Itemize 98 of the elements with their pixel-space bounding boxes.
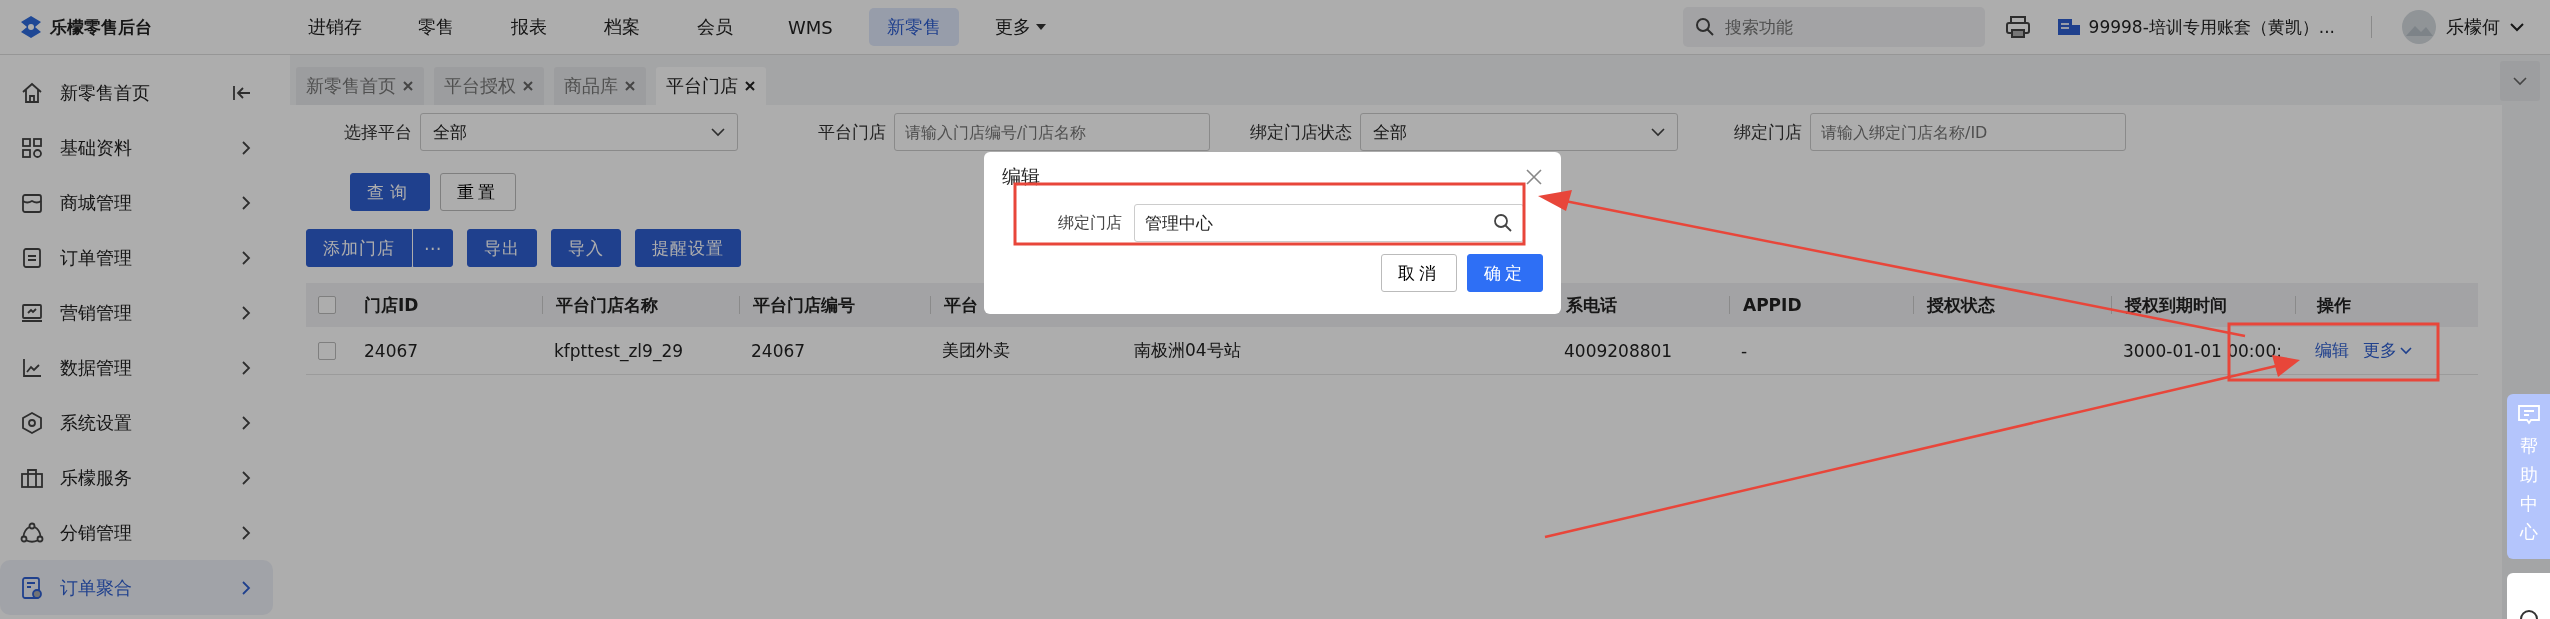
sidebar-item[interactable]: 商城管理 — [0, 175, 273, 230]
chevron-right-icon — [241, 524, 251, 541]
app-title: 乐檬零售后台 — [50, 15, 152, 39]
chevron-right-icon — [241, 469, 251, 486]
network-icon — [20, 520, 44, 545]
hexagon-icon — [20, 410, 44, 435]
chevron-down-icon — [711, 127, 725, 137]
chevron-down-icon — [2400, 346, 2412, 355]
tabs-dropdown-button[interactable] — [2500, 61, 2540, 101]
toolbar-button[interactable]: 导入 — [551, 229, 621, 267]
nav-item[interactable]: 会员 — [677, 8, 752, 46]
sidebar-item[interactable]: 营销管理 — [0, 285, 273, 340]
close-icon — [402, 80, 414, 92]
sidebar-item[interactable]: 新零售首页 — [0, 65, 273, 120]
caret-icon — [1035, 24, 1046, 30]
sidebar-item[interactable]: 乐檬服务 — [0, 450, 273, 505]
table-cell: 24067 — [751, 340, 806, 361]
nav-item[interactable]: 新零售 — [868, 8, 959, 46]
table-cell: 南极洲04号站 — [1134, 339, 1241, 362]
logo-icon — [20, 15, 42, 39]
sidebar-item[interactable]: 分销管理 — [0, 505, 273, 560]
edit-link[interactable]: 编辑 — [2315, 339, 2349, 362]
select-field[interactable]: 全部 — [1360, 113, 1678, 151]
filter-label: 绑定门店状态 — [1250, 120, 1352, 144]
search-icon — [1694, 17, 1715, 37]
column-header: 平台门店编号 — [753, 293, 855, 317]
chevron-right-icon — [241, 304, 251, 321]
confirm-button[interactable]: 确定 — [1467, 254, 1543, 292]
nav-item[interactable]: 报表 — [491, 8, 566, 46]
building-icon — [2056, 17, 2081, 37]
nav-item[interactable]: 零售 — [398, 8, 473, 46]
chevron-down-icon — [1651, 127, 1665, 137]
nav-item[interactable]: 更多 — [976, 8, 1064, 46]
tab[interactable]: 平台门店 — [656, 67, 766, 105]
checkbox[interactable] — [318, 296, 336, 314]
account-switcher[interactable]: 99998-培训专用账套（黄凯）... — [2056, 15, 2335, 39]
more-options-button[interactable]: ⋯ — [413, 229, 453, 267]
home-icon — [20, 80, 44, 105]
chevron-right-icon — [241, 249, 251, 266]
input-field[interactable]: 请输入绑定门店名称/ID — [1810, 113, 2126, 151]
side-button[interactable] — [2507, 573, 2550, 619]
avatar-icon — [2402, 10, 2436, 44]
column-header: APPID — [1743, 295, 1802, 315]
column-header: 系电话 — [1566, 293, 1617, 317]
filter-label: 选择平台 — [344, 120, 412, 144]
input-field[interactable]: 请输入门店编号/门店名称 — [894, 113, 1210, 151]
reset-button[interactable]: 重置 — [440, 173, 516, 211]
document-icon — [20, 575, 44, 600]
query-button[interactable]: 查询 — [350, 173, 430, 211]
column-header: 平台 — [944, 293, 978, 317]
toolbar-button[interactable]: 导出 — [467, 229, 537, 267]
column-header: 授权状态 — [1927, 293, 1995, 317]
checkbox[interactable] — [318, 341, 336, 360]
column-header: 门店ID — [364, 293, 419, 317]
toolbar-button[interactable]: 提醒设置 — [635, 229, 741, 267]
chevron-right-icon — [241, 139, 251, 156]
document-icon — [20, 245, 44, 270]
chevron-down-icon — [2510, 22, 2524, 32]
sidebar-item[interactable]: 数据管理 — [0, 340, 273, 395]
search-field[interactable]: 搜索功能 — [1682, 7, 1985, 47]
filter-label: 平台门店 — [818, 120, 886, 144]
nav-item[interactable]: 进销存 — [290, 8, 380, 46]
table-cell: 美团外卖 — [942, 339, 1010, 362]
filter-label: 绑定门店 — [1734, 120, 1802, 144]
table-cell: kfpttest_zl9_29 — [554, 340, 684, 361]
sidebar-item[interactable]: 系统设置 — [0, 395, 273, 450]
column-header: 操作 — [2317, 293, 2351, 317]
select-field[interactable]: 全部 — [420, 113, 738, 151]
column-header: 平台门店名称 — [556, 293, 658, 317]
chevron-right-icon — [241, 194, 251, 211]
sidebar-item[interactable]: 订单聚合 — [0, 560, 273, 615]
table-cell: - — [1741, 340, 1748, 361]
column-header: 授权到期时间 — [2125, 293, 2227, 317]
collapse-icon[interactable] — [233, 84, 251, 101]
more-link[interactable]: 更多 — [2363, 339, 2412, 362]
cancel-button[interactable]: 取消 — [1381, 254, 1457, 292]
chevron-right-icon — [241, 414, 251, 431]
close-icon — [624, 80, 636, 92]
printer-icon — [2004, 15, 2031, 39]
table-cell: 4009208801 — [1564, 340, 1673, 361]
close-icon — [522, 80, 534, 92]
chevron-right-icon — [241, 359, 251, 376]
nav-item[interactable]: WMS — [770, 8, 851, 46]
chat-icon — [2516, 404, 2541, 426]
grid-icon — [20, 135, 44, 160]
chevron-right-icon — [241, 579, 251, 596]
close-icon[interactable] — [1525, 168, 1543, 186]
sidebar-item[interactable]: 基础资料 — [0, 120, 273, 175]
store-search-field[interactable]: 管理中心 — [1134, 204, 1524, 242]
close-icon — [744, 80, 756, 92]
chevron-down-icon — [2513, 76, 2527, 86]
field-label: 绑定门店 — [1058, 212, 1122, 234]
add-store-button[interactable]: 添加门店 — [306, 229, 412, 267]
user-menu[interactable]: 乐檬何 — [2402, 10, 2524, 44]
table-cell: 24067 — [364, 340, 419, 361]
search-icon — [1493, 213, 1513, 233]
nav-item[interactable]: 档案 — [584, 8, 659, 46]
sidebar-item[interactable]: 订单管理 — [0, 230, 273, 285]
